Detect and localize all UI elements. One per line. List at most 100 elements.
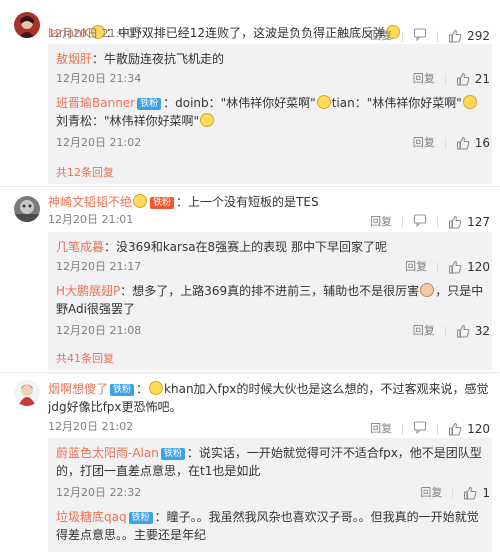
username[interactable]: 班晋瑜Banner [56,96,135,110]
like-button[interactable]: 292 [448,29,490,43]
divider [437,423,439,435]
fan-badge: 铁粉 [110,384,135,396]
reply-actions: 回复 21 [413,72,490,86]
comment-icon[interactable] [413,27,427,45]
comment-icon[interactable] [413,420,427,438]
username[interactable]: 蔚蓝色太阳雨-Alan [56,446,159,460]
thumb-up-icon [464,486,477,500]
username[interactable]: 敖烟肝 [56,52,92,66]
thumb-up-icon [449,422,462,436]
reply-button[interactable]: 回复 [420,486,442,500]
fan-badge: 铁粉 [128,512,153,524]
reply-button[interactable]: 回复 [370,422,392,436]
reply-text: ：doinb："林伟祥你好菜啊" [163,96,316,110]
like-button[interactable]: 120 [448,260,490,274]
reply-time: 12月20日 21:34 [56,72,142,85]
reply-actions: 回复 16 [413,136,490,150]
reply-button[interactable]: 回复 [370,29,392,43]
reply-actions: 回复 120 [405,260,490,274]
emoji-icon [149,381,164,395]
reply-item: 敖烟肝：牛散励连夜抗飞机走的 [56,50,488,68]
reply-time: 12月20日 21:02 [56,136,142,149]
like-button[interactable]: 1 [463,486,490,500]
emoji-icon [200,113,215,127]
divider [444,137,446,149]
reply-box: 几笔成暮：没369和karsa在8强赛上的表现 那中下早回家了呢 12月20日 … [48,232,492,370]
like-count: 120 [467,260,490,274]
like-count: 1 [482,486,490,500]
divider [402,216,404,228]
comment-time: 12月20日 21:02 [48,420,134,433]
thumb-up-icon [456,324,469,338]
reply-item: 几笔成暮：没369和karsa在8强赛上的表现 那中下早回家了呢 [56,238,488,256]
reply-button[interactable]: 回复 [413,324,435,338]
like-button[interactable]: 127 [448,215,490,229]
reply-text: tian："林伟祥你好菜啊" [331,96,462,110]
reply-button[interactable]: 回复 [405,260,427,274]
avatar[interactable] [14,12,40,38]
divider [437,30,439,42]
reply-item: 蔚蓝色太阳雨-Alan 铁粉 ：说实话，一开始就觉得可汗不适合fpx，他不是团队型的… [56,444,488,480]
divider [444,325,446,337]
divider [402,423,404,435]
vip-icon [133,194,148,208]
thumb-up-icon [456,72,469,86]
reply-item: 班晋瑜Banner 铁粉 ：doinb："林伟祥你好菜啊" tian："林伟祥你好菜啊… [56,94,488,130]
thumb-up-icon [449,260,462,274]
thumb-up-icon [449,215,462,229]
more-replies-link[interactable]: 共12条回复 [56,164,114,180]
reply-time: 12月20日 21:08 [56,324,142,337]
reply-actions: 回复 1 [420,486,490,500]
fan-badge: 铁粉 [137,98,162,110]
username[interactable]: 神崎文韬韬不绝 [48,195,132,209]
more-replies-link[interactable]: 共41条回复 [56,350,114,366]
avatar[interactable] [14,196,40,222]
divider [437,261,439,273]
reply-time: 12月20日 22:32 [56,486,142,499]
divider [437,216,439,228]
reply-text: 刘青松："林伟祥你好菜啊" [56,114,200,128]
divider [444,73,446,85]
reply-text: ：想多了，上路369真的排不进前三，辅助也不是很厉害 [120,284,420,298]
emoji-icon [420,283,435,297]
like-count: 127 [467,215,490,229]
comment-body: 神崎文韬韬不绝 铁粉 ：上一个没有短板的是TES [48,193,492,211]
like-count: 21 [474,72,490,86]
divider [0,186,500,187]
fan-badge: 铁粉 [150,197,175,209]
thumb-up-icon [449,29,462,43]
reply-box: 蔚蓝色太阳雨-Alan 铁粉 ：说实话，一开始就觉得可汗不适合fpx，他不是团队型的… [48,438,492,552]
username[interactable]: 几笔成暮 [56,240,104,254]
reply-button[interactable]: 回复 [413,72,435,86]
comment-actions: 回复 127 [370,213,490,231]
comment-actions: 回复 120 [370,420,490,438]
reply-text: ：牛散励连夜抗飞机走的 [92,52,225,66]
reply-button[interactable]: 回复 [370,215,392,229]
reply-item: H大鹏展翅P：想多了，上路369真的排不进前三，辅助也不是很厉害 ，只是中野Adi… [56,282,488,318]
divider [0,372,500,373]
reply-time: 12月20日 21:17 [56,260,142,273]
like-count: 292 [467,29,490,43]
username[interactable]: H大鹏展翅P [56,284,120,298]
comment-icon[interactable] [413,213,427,231]
like-count: 120 [467,422,490,436]
reply-box: 敖烟肝：牛散励连夜抗飞机走的 12月20日 21:34 回复 21 班晋瑜Ban… [48,44,492,184]
comment-time: 12月20日 21:00 [48,27,134,40]
emoji-icon [462,95,477,109]
username[interactable]: 垃圾糖底qaq [56,510,127,524]
divider [402,30,404,42]
reply-item: 垃圾糖底qaq 铁粉 ：瞳子。。我虽然我风杂也喜欢汉子哥。。但我真的一开始就觉得差点… [56,508,488,544]
comment-time: 12月20日 21:01 [48,213,134,226]
avatar[interactable] [14,380,40,406]
like-count: 32 [474,324,490,338]
like-button[interactable]: 16 [456,136,490,150]
reply-button[interactable]: 回复 [413,136,435,150]
emoji-icon [316,95,331,109]
comment-actions: 回复 292 [370,27,490,45]
comment-text: ：上一个没有短板的是TES [176,195,319,209]
like-button[interactable]: 120 [448,422,490,436]
like-button[interactable]: 21 [456,72,490,86]
username[interactable]: 烟啊想傻了 [48,382,108,396]
fan-badge: 铁粉 [160,448,185,460]
like-button[interactable]: 32 [456,324,490,338]
